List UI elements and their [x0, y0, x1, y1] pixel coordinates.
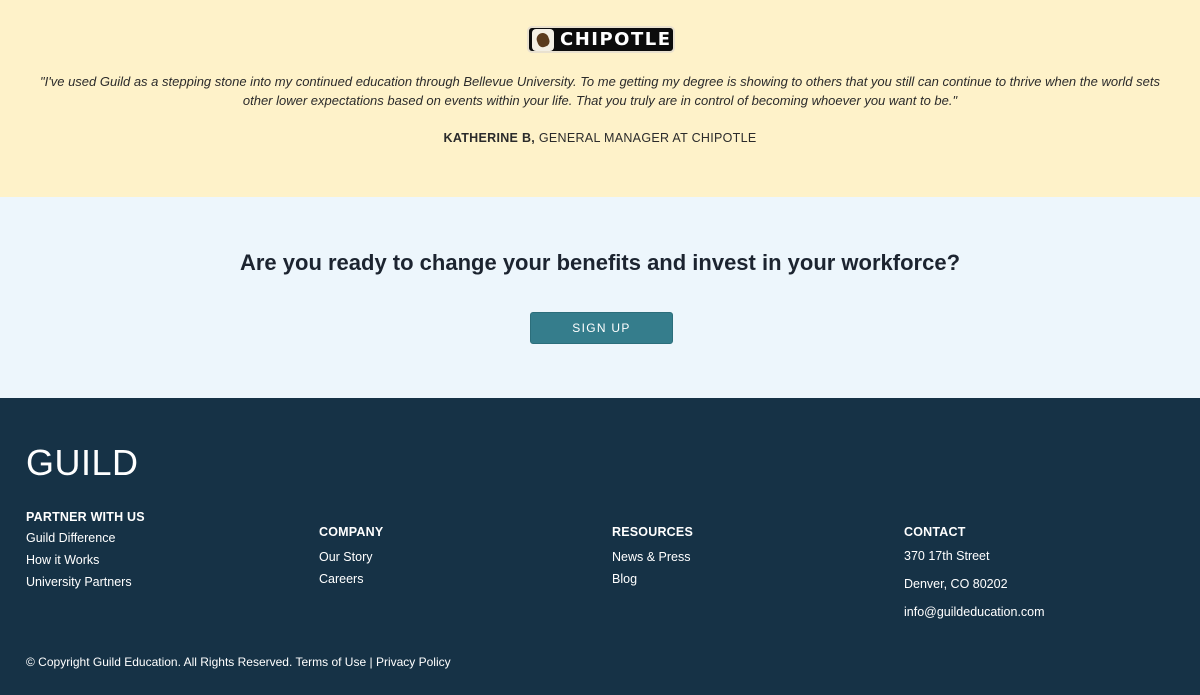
copyright-bar: © Copyright Guild Education. All Rights …	[26, 655, 451, 669]
sign-up-button[interactable]: SIGN UP	[530, 312, 673, 344]
copyright-text: © Copyright Guild Education. All Rights …	[26, 655, 293, 669]
terms-of-use-link[interactable]: Terms of Use	[295, 655, 366, 669]
testimonial-attribution: KATHERINE B, GENERAL MANAGER AT CHIPOTLE	[0, 131, 1200, 145]
partner-heading: PARTNER WITH US	[26, 510, 145, 524]
contact-email-link[interactable]: info@guildeducation.com	[904, 605, 1045, 620]
footer-col-partner: PARTNER WITH US Guild Difference How it …	[26, 510, 145, 597]
address-line-2: Denver, CO 80202	[904, 577, 1008, 591]
link-guild-difference[interactable]: Guild Difference	[26, 531, 145, 546]
company-heading: COMPANY	[319, 525, 384, 539]
contact-heading: CONTACT	[904, 525, 966, 539]
link-our-story[interactable]: Our Story	[319, 550, 383, 565]
testimonial-section: CHIPOTLE "I've used Guild as a stepping …	[0, 0, 1200, 197]
chipotle-logo: CHIPOTLE	[527, 26, 675, 53]
site-footer: GUILD PARTNER WITH US Guild Difference H…	[0, 398, 1200, 695]
address-line-1: 370 17th Street	[904, 549, 990, 563]
author-name: KATHERINE B,	[443, 131, 536, 145]
guild-logo[interactable]: GUILD	[26, 443, 139, 483]
privacy-policy-link[interactable]: Privacy Policy	[376, 655, 451, 669]
testimonial-quote: "I've used Guild as a stepping stone int…	[40, 74, 1160, 108]
footer-col-resources: RESOURCES News & Press Blog	[612, 525, 693, 594]
cta-section: Are you ready to change your benefits an…	[0, 197, 1200, 398]
link-careers[interactable]: Careers	[319, 572, 383, 587]
link-blog[interactable]: Blog	[612, 572, 693, 587]
resources-heading: RESOURCES	[612, 525, 693, 539]
link-university-partners[interactable]: University Partners	[26, 575, 145, 590]
chili-pepper-icon	[532, 28, 554, 51]
footer-col-contact: CONTACT 370 17th Street Denver, CO 80202…	[904, 525, 1045, 633]
logo-wordmark: CHIPOTLE	[560, 29, 672, 50]
author-role: GENERAL MANAGER AT CHIPOTLE	[538, 131, 757, 145]
cta-heading: Are you ready to change your benefits an…	[239, 250, 961, 275]
link-how-it-works[interactable]: How it Works	[26, 553, 145, 568]
link-news-press[interactable]: News & Press	[612, 550, 693, 565]
footer-col-company: COMPANY Our Story Careers	[319, 525, 383, 594]
link-separator: |	[369, 655, 373, 669]
